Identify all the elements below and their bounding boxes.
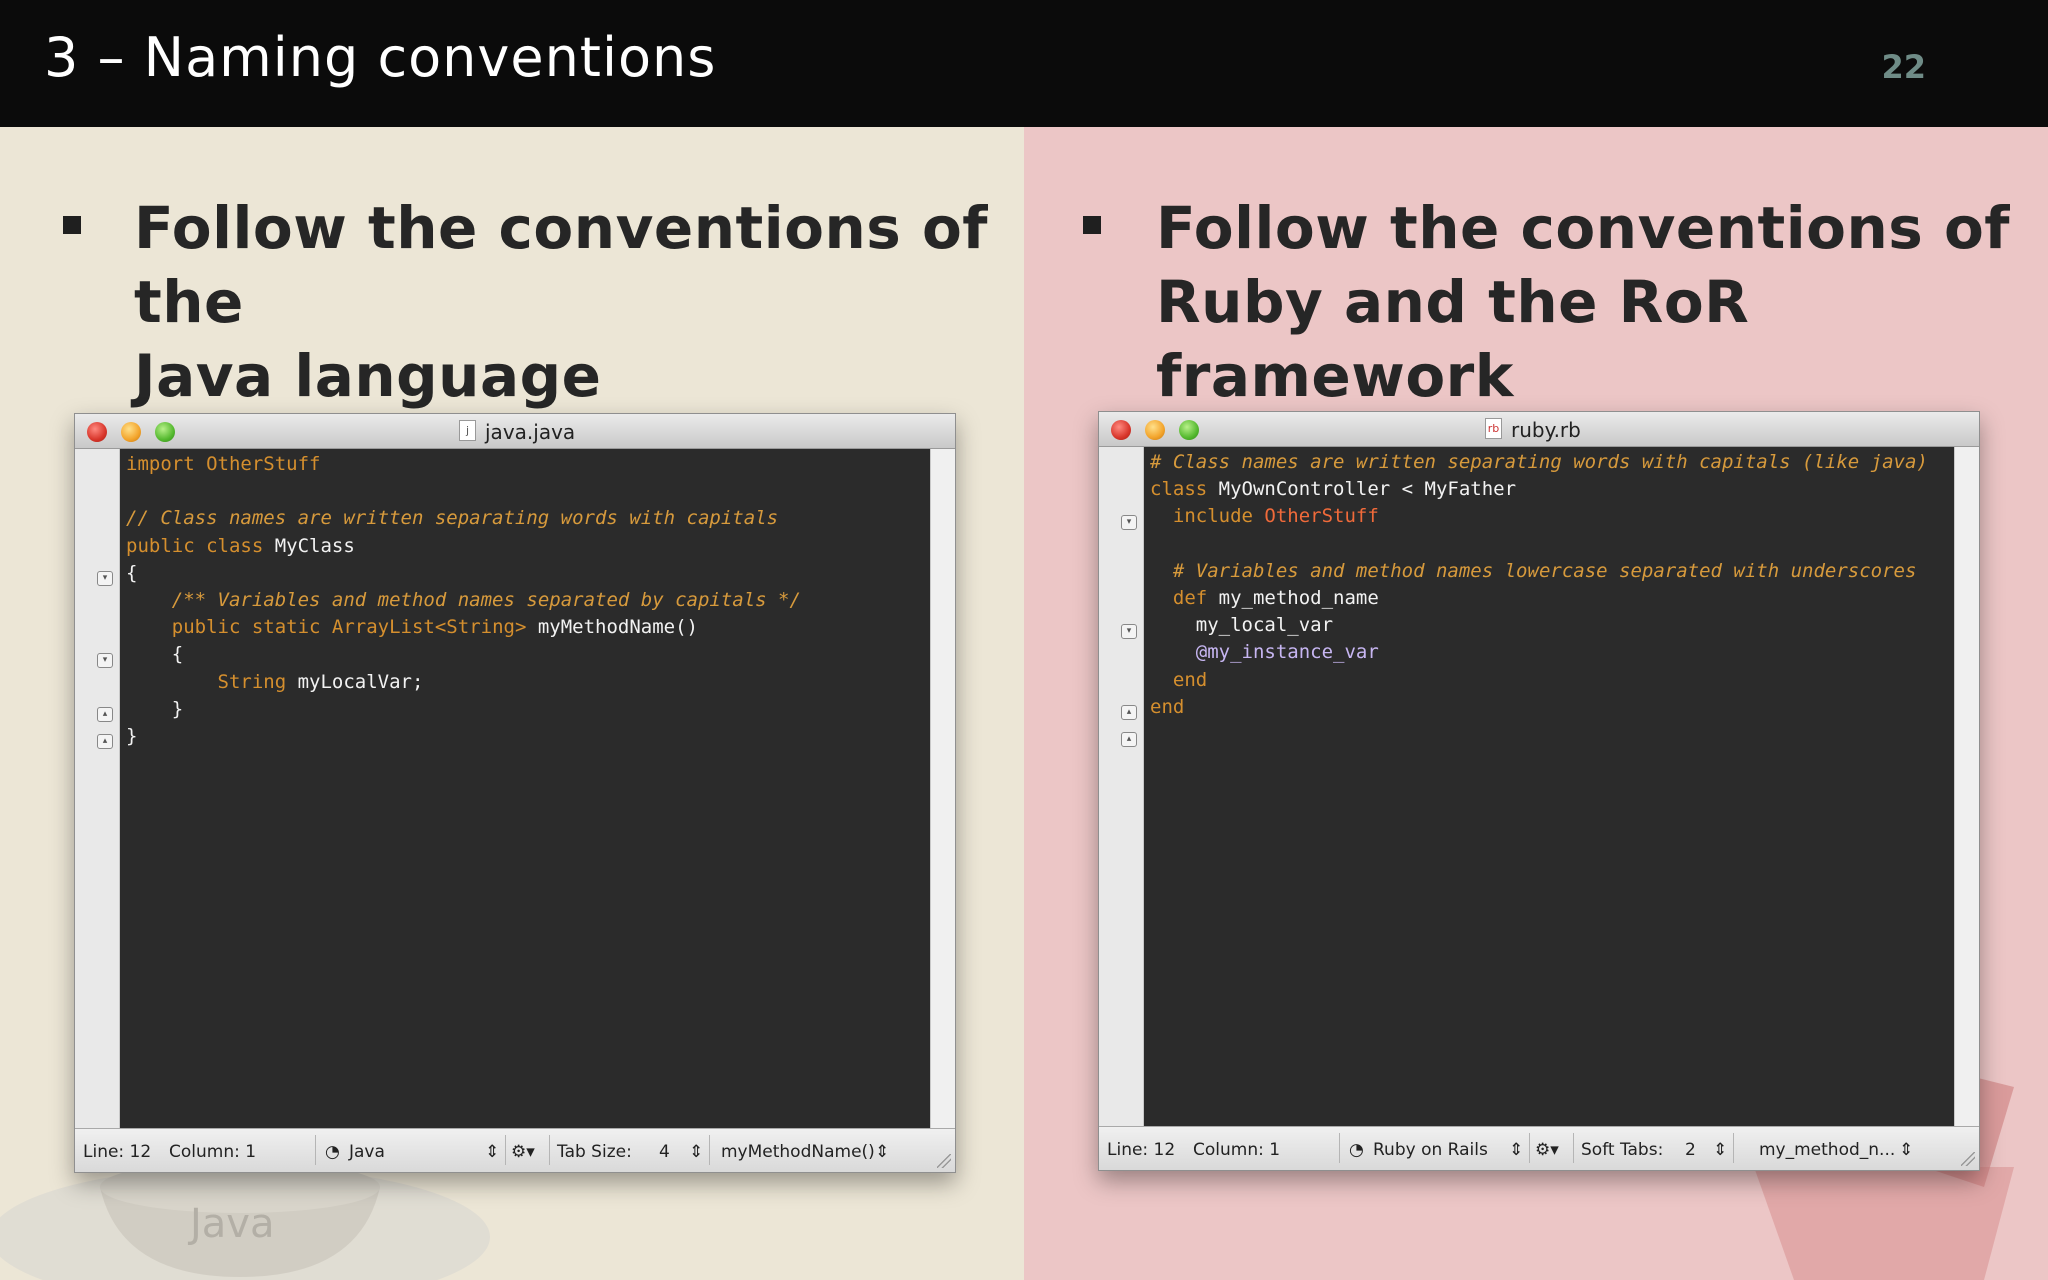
status-line: Line: 12 — [83, 1142, 152, 1162]
slide-title-bar: 3 – Naming conventions 22 — [0, 0, 2048, 127]
code-comment: // Class names are written separating wo… — [126, 507, 779, 530]
vertical-scrollbar[interactable] — [930, 449, 955, 1128]
language-selector[interactable]: Ruby on Rails — [1373, 1140, 1488, 1160]
language-icon: ◔ — [1349, 1140, 1364, 1160]
window-title: java.java — [485, 420, 576, 444]
java-panel: Follow the conventions of the Java langu… — [0, 127, 1024, 1280]
code-line: import OtherStuff — [126, 453, 321, 475]
chevron-updown-icon[interactable]: ⇕ — [485, 1142, 499, 1162]
soft-tabs-value[interactable]: 2 — [1685, 1140, 1696, 1160]
resize-grip-icon[interactable] — [1961, 1152, 1975, 1166]
fold-marker-icon[interactable]: ▴ — [97, 707, 113, 722]
class-name: MyOwnController < MyFather — [1218, 478, 1517, 501]
fold-marker-icon[interactable]: ▾ — [1121, 624, 1137, 639]
line-gutter[interactable]: ▾ ▾ ▴ ▴ — [1099, 447, 1144, 1126]
method-name: my_method_name — [1218, 587, 1379, 610]
minimize-button[interactable] — [1145, 420, 1165, 440]
fold-marker-icon[interactable]: ▾ — [97, 571, 113, 586]
window-titlebar[interactable]: j java.java — [75, 414, 955, 449]
code-comment: /** Variables and method names separated… — [171, 589, 801, 612]
status-line: Line: 12 — [1107, 1140, 1176, 1160]
status-column: Column: 1 — [1193, 1140, 1281, 1160]
tab-size-label: Tab Size: — [557, 1142, 632, 1162]
tab-size-value[interactable]: 4 — [659, 1142, 670, 1162]
class-name: MyClass — [274, 534, 355, 557]
ruby-editor-window: rb ruby.rb ▾ ▾ ▴ ▴ # Class names are wri… — [1098, 411, 1980, 1171]
fold-marker-icon[interactable]: ▴ — [1121, 705, 1137, 720]
java-code: import OtherStuff // Class names are wri… — [126, 453, 801, 748]
language-icon: ◔ — [325, 1142, 340, 1162]
window-title: ruby.rb — [1511, 418, 1581, 442]
slide-number: 22 — [1881, 48, 1926, 86]
java-bullet-line1: Follow the conventions of the — [134, 194, 989, 336]
status-bar: Line: 12 Column: 1 ◔ Java ⇕ ⚙▾ Tab Size:… — [75, 1128, 955, 1172]
ruby-code: # Class names are written separating wor… — [1150, 451, 1928, 718]
chevron-updown-icon[interactable]: ⇕ — [1899, 1140, 1913, 1160]
java-file-icon: j — [459, 420, 476, 441]
code-comment: # Class names are written separating wor… — [1150, 451, 1928, 473]
code-editor[interactable]: import OtherStuff // Class names are wri… — [120, 449, 931, 1128]
bullet-marker — [1083, 216, 1101, 234]
close-button[interactable] — [1111, 420, 1131, 440]
java-logo-text: Java — [187, 1201, 275, 1247]
java-bullet: Follow the conventions of the Java langu… — [134, 191, 1024, 413]
instance-variable: @my_instance_var — [1195, 641, 1379, 664]
chevron-updown-icon[interactable]: ⇕ — [689, 1142, 703, 1162]
method-name: myMethodName() — [526, 616, 698, 639]
minimize-button[interactable] — [121, 422, 141, 442]
resize-grip-icon[interactable] — [937, 1154, 951, 1168]
gear-icon[interactable]: ⚙▾ — [511, 1142, 535, 1162]
soft-tabs-label: Soft Tabs: — [1581, 1140, 1664, 1160]
java-bullet-line2: Java language — [134, 342, 602, 410]
fold-marker-icon[interactable]: ▴ — [97, 734, 113, 749]
line-gutter[interactable]: ▾ ▾ ▴ ▴ — [75, 449, 120, 1128]
chevron-updown-icon[interactable]: ⇕ — [875, 1142, 889, 1162]
ruby-panel: Follow the conventions of Ruby and the R… — [1024, 127, 2048, 1280]
zoom-button[interactable] — [155, 422, 175, 442]
fold-marker-icon[interactable]: ▾ — [1121, 515, 1137, 530]
ruby-bullet-line2: Ruby and the RoR framework — [1156, 268, 1750, 410]
vertical-scrollbar[interactable] — [1954, 447, 1979, 1126]
zoom-button[interactable] — [1179, 420, 1199, 440]
java-editor-window: j java.java ▾ ▾ ▴ ▴ import OtherStuff //… — [74, 413, 956, 1173]
symbol-selector[interactable]: myMethodName() — [721, 1142, 875, 1162]
ruby-file-icon: rb — [1485, 418, 1502, 439]
fold-marker-icon[interactable]: ▾ — [97, 653, 113, 668]
fold-marker-icon[interactable]: ▴ — [1121, 732, 1137, 747]
ruby-bullet-line1: Follow the conventions of — [1156, 194, 2011, 262]
gear-icon[interactable]: ⚙▾ — [1535, 1140, 1559, 1160]
chevron-updown-icon[interactable]: ⇕ — [1713, 1140, 1727, 1160]
code-editor[interactable]: # Class names are written separating wor… — [1144, 447, 1955, 1126]
window-titlebar[interactable]: rb ruby.rb — [1099, 412, 1979, 447]
slide-title: 3 – Naming conventions — [44, 26, 717, 89]
language-selector[interactable]: Java — [349, 1142, 385, 1162]
close-button[interactable] — [87, 422, 107, 442]
status-bar: Line: 12 Column: 1 ◔ Ruby on Rails ⇕ ⚙▾ … — [1099, 1126, 1979, 1170]
symbol-selector[interactable]: my_method_n... — [1759, 1140, 1895, 1160]
ruby-bullet: Follow the conventions of Ruby and the R… — [1156, 191, 2048, 413]
status-column: Column: 1 — [169, 1142, 257, 1162]
bullet-marker — [63, 216, 81, 234]
chevron-updown-icon[interactable]: ⇕ — [1509, 1140, 1523, 1160]
code-comment: # Variables and method names lowercase s… — [1172, 559, 1917, 582]
